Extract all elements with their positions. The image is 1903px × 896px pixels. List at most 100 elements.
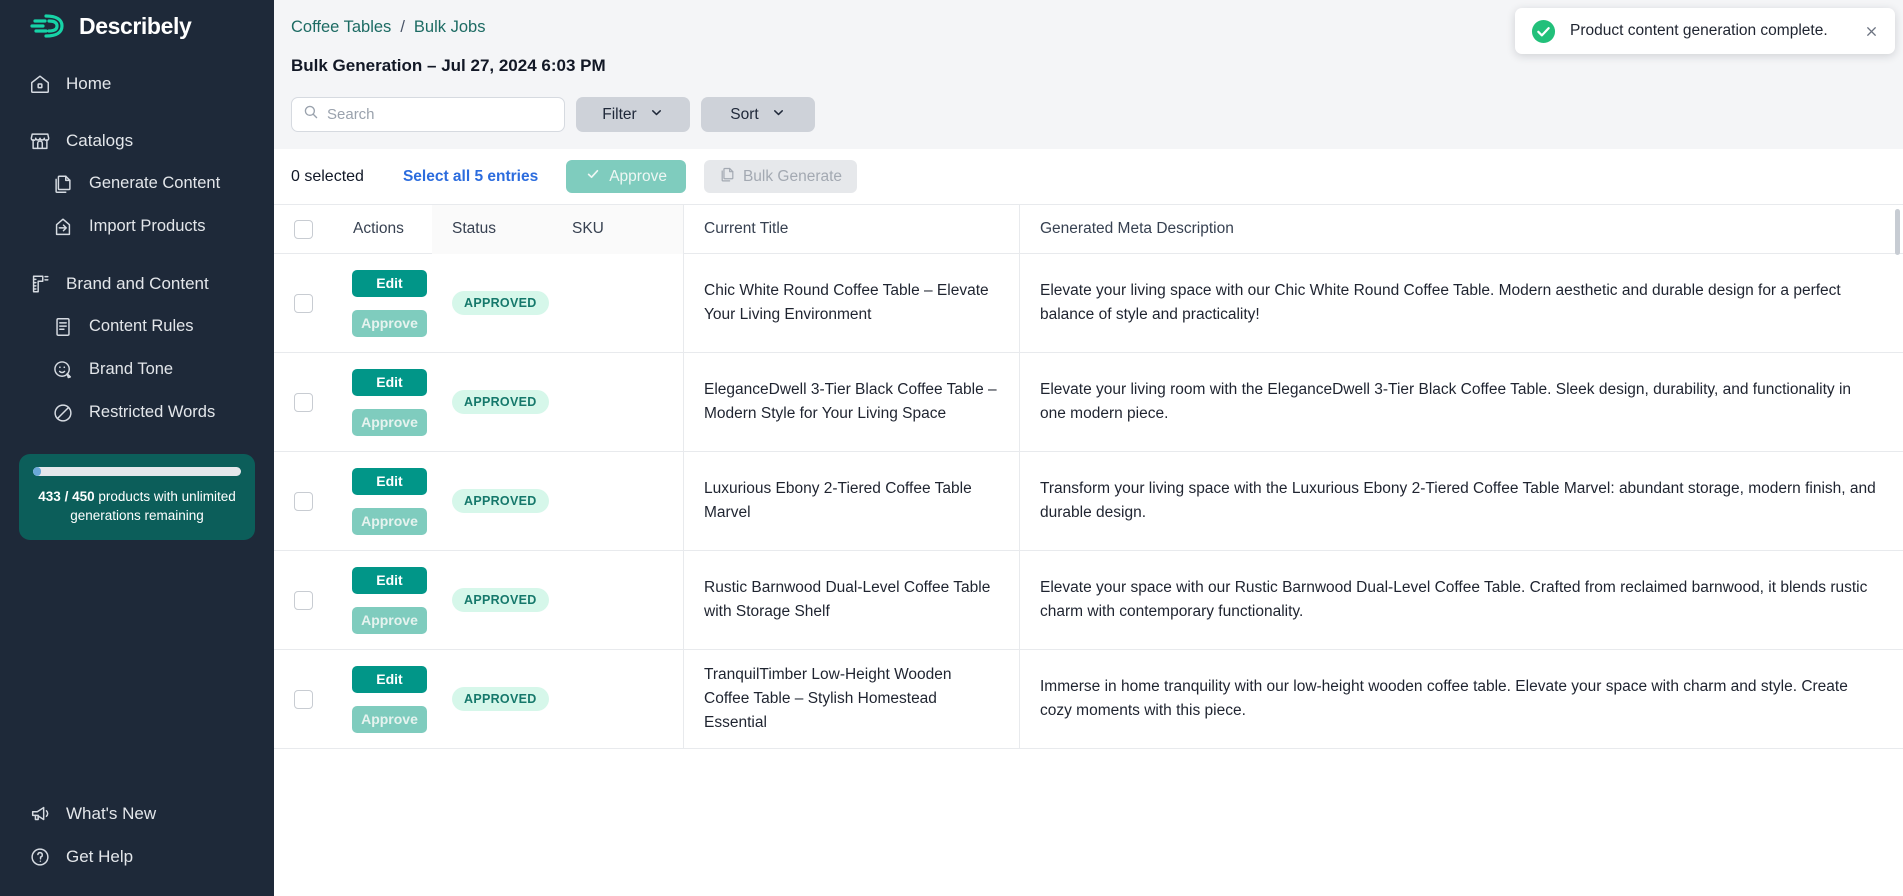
table-vertical-scrollbar[interactable]	[1895, 209, 1900, 255]
search-input[interactable]	[327, 106, 553, 123]
close-icon[interactable]	[1861, 21, 1881, 41]
sort-label: Sort	[730, 105, 759, 123]
filter-label: Filter	[602, 105, 637, 123]
edit-button[interactable]: Edit	[352, 467, 427, 495]
row-generated-meta-cell: Transform your living space with the Lux…	[1020, 452, 1903, 550]
select-all-header-cell	[274, 205, 333, 254]
approve-button[interactable]: Approve	[352, 408, 427, 436]
sidebar-item-home[interactable]: Home	[0, 62, 274, 105]
sidebar-item-generate-content[interactable]: Generate Content	[0, 162, 274, 205]
sidebar: Describely Home Catalogs Generate Conten…	[0, 0, 274, 896]
row-checkbox[interactable]	[294, 392, 313, 412]
filter-button[interactable]: Filter	[576, 97, 690, 132]
check-icon	[585, 166, 601, 187]
status-badge: APPROVED	[452, 291, 549, 315]
question-circle-icon	[29, 846, 51, 868]
select-all-checkbox[interactable]	[294, 219, 313, 239]
approve-button[interactable]: Approve	[352, 309, 427, 337]
row-select-cell	[274, 452, 333, 550]
approve-button[interactable]: Approve	[352, 705, 427, 733]
column-header-generated-meta-description[interactable]: Generated Meta Description	[1020, 205, 1903, 254]
sidebar-item-brand-and-content[interactable]: Brand and Content	[0, 262, 274, 305]
row-status-cell: APPROVED	[432, 254, 552, 352]
ruler-icon	[29, 273, 51, 295]
status-badge: APPROVED	[452, 588, 549, 612]
bulk-approve-button[interactable]: Approve	[566, 160, 686, 193]
column-header-sku[interactable]: SKU	[552, 205, 684, 254]
main-content: Coffee Tables / Bulk Jobs Bulk Generatio…	[274, 0, 1903, 896]
row-current-title-text: Rustic Barnwood Dual-Level Coffee Table …	[704, 579, 991, 620]
row-generated-meta-cell: Elevate your space with our Rustic Barnw…	[1020, 551, 1903, 649]
row-select-cell	[274, 254, 333, 352]
approve-button[interactable]: Approve	[352, 606, 427, 634]
bulk-generate-label: Bulk Generate	[742, 167, 843, 185]
row-generated-meta-text: Elevate your living room with the Elegan…	[1040, 381, 1852, 422]
row-generated-meta-text: Elevate your living space with our Chic …	[1040, 282, 1841, 323]
smiley-pencil-icon	[52, 359, 74, 381]
quota-progress-fill	[33, 467, 42, 476]
row-status-cell: APPROVED	[432, 551, 552, 649]
breadcrumb-separator: /	[400, 18, 405, 36]
storefront-icon	[29, 130, 51, 152]
brand-header[interactable]: Describely	[0, 0, 274, 52]
document-lines-icon	[52, 316, 74, 338]
column-header-status[interactable]: Status	[432, 205, 552, 254]
sidebar-item-catalogs[interactable]: Catalogs	[0, 119, 274, 162]
import-arrow-icon	[52, 216, 74, 238]
sidebar-item-content-rules[interactable]: Content Rules	[0, 305, 274, 348]
row-generated-meta-text: Immerse in home tranquility with our low…	[1040, 678, 1848, 719]
row-checkbox[interactable]	[294, 491, 313, 511]
bulk-approve-label: Approve	[609, 167, 667, 185]
row-current-title-text: TranquilTimber Low-Height Wooden Coffee …	[704, 666, 952, 731]
approve-button[interactable]: Approve	[352, 507, 427, 535]
sidebar-item-import-products[interactable]: Import Products	[0, 205, 274, 248]
breadcrumb-current[interactable]: Bulk Jobs	[414, 18, 486, 37]
sidebar-item-whats-new[interactable]: What's New	[0, 792, 274, 835]
row-current-title-cell: Rustic Barnwood Dual-Level Coffee Table …	[684, 551, 1020, 649]
app-root: Describely Home Catalogs Generate Conten…	[0, 0, 1903, 896]
success-check-circle-icon	[1531, 19, 1556, 44]
row-checkbox[interactable]	[294, 590, 313, 610]
column-header-current-title[interactable]: Current Title	[684, 205, 1020, 254]
row-current-title-cell: Chic White Round Coffee Table – Elevate …	[684, 254, 1020, 352]
table-row: Edit Approve APPROVED Luxurious Ebony 2-Tie…	[274, 452, 1903, 551]
sidebar-item-get-help[interactable]: Get Help	[0, 835, 274, 878]
row-current-title-text: EleganceDwell 3-Tier Black Coffee Table …	[704, 381, 997, 422]
row-current-title-cell: Luxurious Ebony 2-Tiered Coffee Table Ma…	[684, 452, 1020, 550]
toast-notification: Product content generation complete.	[1515, 8, 1895, 54]
edit-button[interactable]: Edit	[352, 368, 427, 396]
sidebar-item-label: Brand Tone	[89, 360, 174, 378]
row-sku-cell	[552, 650, 684, 748]
select-all-link[interactable]: Select all 5 entries	[403, 168, 538, 186]
sort-button[interactable]: Sort	[701, 97, 815, 132]
table-row: Edit Approve APPROVED Chic White Round Coff…	[274, 254, 1903, 353]
column-header-actions[interactable]: Actions	[333, 205, 432, 254]
edit-button[interactable]: Edit	[352, 566, 427, 594]
row-checkbox[interactable]	[294, 293, 313, 313]
row-current-title-text: Chic White Round Coffee Table – Elevate …	[704, 282, 989, 323]
edit-button[interactable]: Edit	[352, 665, 427, 693]
row-current-title-text: Luxurious Ebony 2-Tiered Coffee Table Ma…	[704, 480, 972, 521]
table-body: Edit Approve APPROVED Chic White Round Coff…	[274, 254, 1903, 749]
sidebar-item-label: Get Help	[66, 846, 134, 866]
quota-card: 433 / 450 products with unlimited genera…	[19, 454, 255, 540]
row-generated-meta-cell: Elevate your living room with the Elegan…	[1020, 353, 1903, 451]
bulk-generate-button[interactable]: Bulk Generate	[703, 160, 858, 193]
status-badge: APPROVED	[452, 489, 549, 513]
row-sku-cell	[552, 254, 684, 352]
edit-button[interactable]: Edit	[352, 269, 427, 297]
breadcrumb-parent[interactable]: Coffee Tables	[291, 18, 391, 37]
row-generated-meta-cell: Elevate your living space with our Chic …	[1020, 254, 1903, 352]
status-badge: APPROVED	[452, 390, 549, 414]
table-row: Edit Approve APPROVED EleganceDwell 3-Tier …	[274, 353, 1903, 452]
row-sku-cell	[552, 353, 684, 451]
sidebar-item-brand-tone[interactable]: Brand Tone	[0, 348, 274, 391]
sidebar-item-label: Restricted Words	[89, 403, 216, 421]
row-checkbox[interactable]	[294, 689, 313, 709]
sidebar-item-label: Catalogs	[66, 130, 134, 150]
search-field[interactable]	[291, 97, 565, 132]
row-status-cell: APPROVED	[432, 353, 552, 451]
sidebar-item-restricted-words[interactable]: Restricted Words	[0, 391, 274, 434]
sidebar-item-label: What's New	[66, 803, 157, 823]
